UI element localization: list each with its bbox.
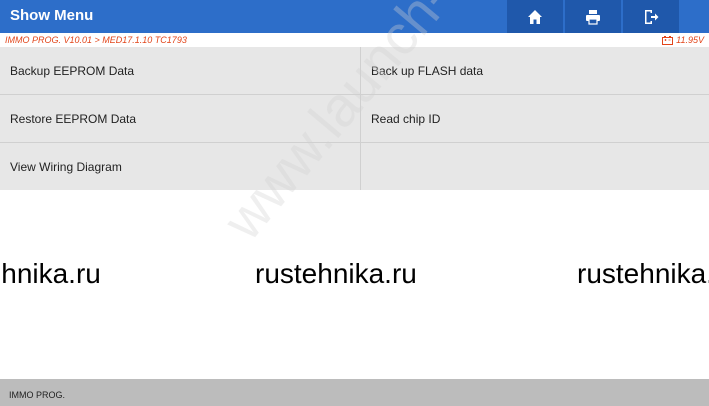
battery-voltage: 11.95V bbox=[662, 35, 704, 45]
top-bar: Show Menu bbox=[0, 0, 709, 33]
print-button[interactable] bbox=[565, 0, 621, 33]
status-footer: IMMO PROG. bbox=[0, 379, 709, 406]
menu-item-read-chip-id[interactable]: Read chip ID bbox=[361, 95, 709, 142]
watermark-text: rustehnika.ru bbox=[577, 258, 709, 289]
breadcrumb: IMMO PROG. V10.01 > MED17.1.10 TC1793 bbox=[5, 35, 187, 45]
watermark-text: rustehnika.ru bbox=[255, 258, 417, 289]
footer-label: IMMO PROG. bbox=[9, 390, 65, 400]
watermark-text: rustehnika.ru bbox=[0, 258, 101, 289]
exit-button[interactable] bbox=[623, 0, 679, 33]
menu-item-empty bbox=[361, 143, 709, 190]
voltage-value: 11.95V bbox=[676, 35, 704, 45]
print-icon bbox=[586, 9, 600, 25]
battery-icon bbox=[662, 35, 674, 45]
page-title: Show Menu bbox=[10, 7, 94, 24]
home-icon bbox=[528, 9, 542, 24]
home-button[interactable] bbox=[507, 0, 563, 33]
watermark-strip: rustehnika.ru rustehnika.ru rustehnika.r… bbox=[0, 258, 709, 298]
exit-icon bbox=[645, 9, 659, 24]
menu-item-backup-eeprom[interactable]: Backup EEPROM Data bbox=[0, 47, 360, 94]
